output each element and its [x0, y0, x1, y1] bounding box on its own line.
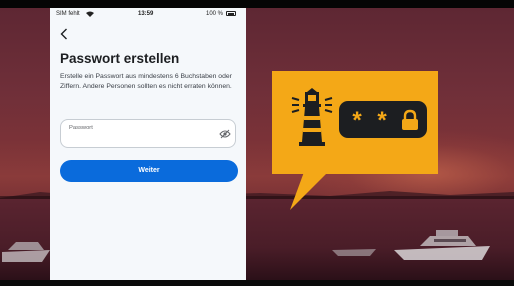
battery-icon — [226, 11, 236, 16]
page-title: Passwort erstellen — [60, 51, 180, 66]
status-time: 13:59 — [138, 11, 154, 17]
status-bar: SIM fehlt 13:59 100 % — [50, 8, 246, 22]
chevron-left-icon — [60, 28, 67, 40]
mask-char-2: * — [377, 107, 387, 134]
lighthouse-icon — [291, 88, 333, 146]
password-field-label: Passwort — [69, 125, 93, 131]
small-boat — [332, 249, 376, 256]
page-description: Erstelle ein Passwort aus mindestens 6 B… — [60, 73, 232, 90]
back-button[interactable] — [60, 28, 74, 44]
password-field[interactable]: Passwort — [60, 119, 236, 148]
carrier-label: SIM fehlt — [56, 11, 80, 17]
lock-icon — [402, 109, 418, 130]
yacht-right — [394, 230, 490, 260]
mask-char-1: * — [352, 107, 362, 134]
phone-screen: SIM fehlt 13:59 100 % Passwort erstellen… — [50, 8, 246, 286]
battery-label: 100 % — [206, 11, 224, 17]
bottom-letterbox — [0, 280, 514, 286]
continue-button[interactable]: Weiter — [60, 160, 238, 182]
eye-slash-icon[interactable] — [219, 129, 231, 139]
speech-bubble-tail — [290, 172, 328, 210]
wifi-icon — [86, 11, 94, 17]
top-letterbox — [0, 0, 514, 8]
